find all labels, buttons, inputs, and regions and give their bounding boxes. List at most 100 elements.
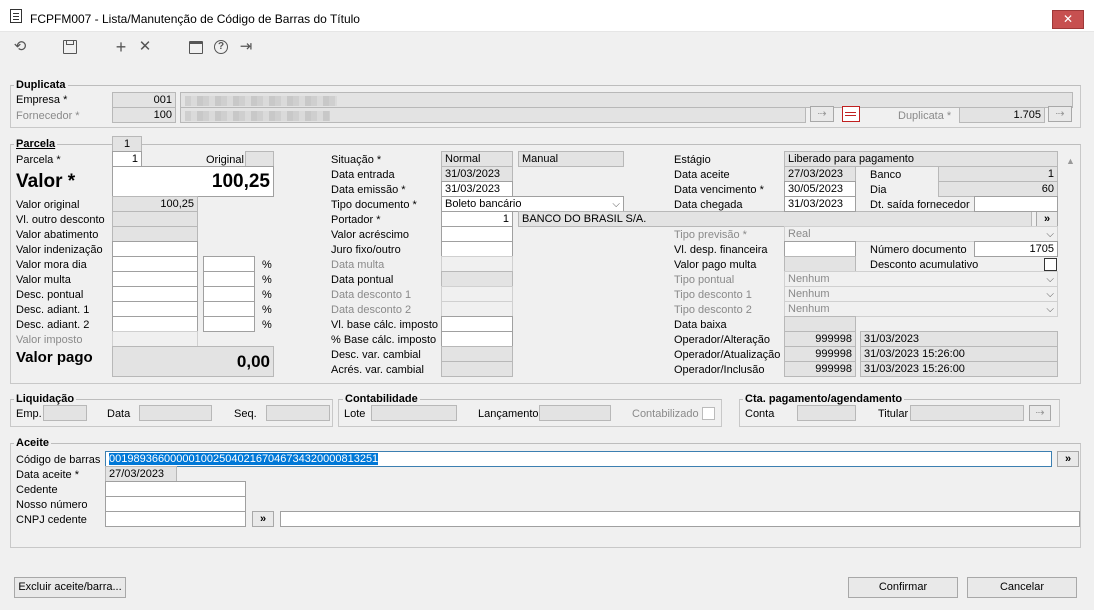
chevron-down-icon: ⌵	[1046, 289, 1054, 300]
estagio-field: Liberado para pagamento	[784, 151, 1058, 167]
portador-more-button[interactable]: »	[1036, 211, 1058, 227]
valor-field[interactable]: 100,25	[112, 166, 274, 197]
tipo-pontual-value: Nenhum	[788, 273, 830, 285]
window-title: FCPFM007 - Lista/Manutenção de Código de…	[30, 12, 360, 26]
tipo-documento-select[interactable]: Boleto bancário ⌵	[441, 196, 624, 212]
codigo-barras-input[interactable]: 0019893660000010025040216704673432000081…	[105, 451, 1052, 467]
desc-adiant1-label: Desc. adiant. 1	[16, 304, 90, 316]
data-entrada-field: 31/03/2023	[441, 166, 513, 182]
abatimento-field	[112, 226, 198, 242]
desc-adiant2-field[interactable]	[112, 316, 198, 332]
cnpj-field[interactable]	[105, 511, 246, 527]
juro-field[interactable]	[441, 241, 513, 257]
fornecedor-field[interactable]: 100	[112, 107, 176, 123]
confirmar-button[interactable]: Confirmar	[848, 577, 958, 598]
banco-label: Banco	[870, 169, 902, 181]
juro-label: Juro fixo/outro	[331, 244, 401, 256]
codigo-barras-value: 0019893660000010025040216704673432000081…	[109, 453, 379, 465]
fornecedor-label: Fornecedor *	[16, 110, 80, 122]
data-aceite-field: 27/03/2023	[784, 166, 856, 182]
data-chegada-label: Data chegada	[674, 199, 743, 211]
op-inclusao-label: Operador/Inclusão	[674, 364, 765, 376]
cedente-field[interactable]	[105, 481, 246, 497]
help-icon[interactable]: ?	[211, 37, 231, 57]
conta-field	[797, 405, 856, 421]
exit-icon[interactable]: ⇥	[236, 37, 256, 57]
delete-icon[interactable]: ✕	[135, 37, 155, 57]
data-desconto2-label: Data desconto 2	[331, 304, 412, 316]
cnpj-more-button[interactable]: »	[252, 511, 274, 527]
multa-label: Valor multa	[16, 274, 71, 286]
tipo-desconto1-select: Nenhum ⌵	[784, 286, 1058, 302]
desconto-acumulativo-checkbox[interactable]	[1044, 258, 1057, 271]
numero-documento-field[interactable]: 1705	[974, 241, 1058, 257]
parcela-title[interactable]: Parcela	[14, 138, 58, 151]
data-multa-field	[441, 256, 513, 272]
desc-pontual-label: Desc. pontual	[16, 289, 84, 301]
dt-saida-label: Dt. saída fornecedor	[870, 199, 970, 211]
fornecedor-search-button[interactable]: ⇢	[810, 106, 834, 122]
desc-adiant2-pct-field[interactable]	[203, 316, 255, 332]
desc-adiant1-pct-field[interactable]	[203, 301, 255, 317]
lancamento-label: Lançamento	[478, 408, 539, 420]
close-button[interactable]: ✕	[1052, 10, 1084, 29]
desc-pontual-pct-field[interactable]	[203, 286, 255, 302]
data-desconto1-field	[441, 286, 513, 302]
mora-dia-field[interactable]	[112, 256, 198, 272]
numero-documento-label: Número documento	[870, 244, 967, 256]
original-field[interactable]	[245, 151, 274, 167]
empresa-field[interactable]: 001	[112, 92, 176, 108]
save-icon[interactable]	[60, 37, 80, 57]
data-chegada-field[interactable]: 31/03/2023	[784, 196, 856, 212]
tipo-documento-label: Tipo documento *	[331, 199, 417, 211]
cancelar-button[interactable]: Cancelar	[967, 577, 1077, 598]
tipo-desconto2-select: Nenhum ⌵	[784, 301, 1058, 317]
duplicata-search-button[interactable]: ⇢	[1048, 106, 1072, 122]
data-pontual-label: Data pontual	[331, 274, 394, 286]
excluir-aceite-button[interactable]: Excluir aceite/barra...	[14, 577, 126, 598]
data-emissao-field[interactable]: 31/03/2023	[441, 181, 513, 197]
parcela-field[interactable]: 1	[112, 151, 142, 167]
op-alteracao-id-field: 999998	[784, 331, 856, 347]
add-icon[interactable]: +	[111, 37, 131, 57]
base-calc-field[interactable]	[441, 316, 513, 332]
calendar-icon[interactable]	[186, 37, 206, 57]
op-alteracao-date-field: 31/03/2023	[860, 331, 1058, 347]
estagio-label: Estágio	[674, 154, 711, 166]
portador-field[interactable]: 1	[441, 211, 513, 227]
indenizacao-field[interactable]	[112, 241, 198, 257]
liq-seq-label: Seq.	[234, 408, 257, 420]
op-inclusao-id-field: 999998	[784, 361, 856, 377]
parcela-tab[interactable]: 1	[112, 136, 142, 152]
mora-dia-pct-field[interactable]	[203, 256, 255, 272]
desp-financeira-field[interactable]	[784, 241, 856, 257]
multa-field[interactable]	[112, 271, 198, 287]
portador-name-field: BANCO DO BRASIL S/A.	[518, 211, 1032, 227]
duplicata-field[interactable]: 1.705	[959, 107, 1045, 123]
data-vencimento-field[interactable]: 30/05/2023	[784, 181, 856, 197]
tipo-pontual-select: Nenhum ⌵	[784, 271, 1058, 287]
lote-label: Lote	[344, 408, 366, 420]
data-vencimento-label: Data vencimento *	[674, 184, 764, 196]
codigo-barras-more-button[interactable]: »	[1057, 451, 1079, 467]
valor-acrescimo-field[interactable]	[441, 226, 513, 242]
multa-pct-field[interactable]	[203, 271, 255, 287]
desc-pontual-field[interactable]	[112, 286, 198, 302]
duplicata-title: Duplicata	[14, 79, 68, 92]
chevron-down-icon: ⌵	[1046, 304, 1054, 315]
cedente-label: Cedente	[16, 484, 58, 496]
op-atualizacao-date-field: 31/03/2023 15:26:00	[860, 346, 1058, 362]
grid-icon[interactable]	[842, 106, 860, 122]
cnpj-name-field[interactable]	[280, 511, 1080, 527]
nosso-numero-field[interactable]	[105, 496, 246, 512]
cta-search-button[interactable]: ⇢	[1029, 405, 1051, 421]
pct-base-field[interactable]	[441, 331, 513, 347]
dt-saida-field[interactable]	[974, 196, 1058, 212]
refresh-icon[interactable]: ⟲	[10, 37, 30, 57]
scroll-up-icon[interactable]: ▲	[1066, 156, 1075, 166]
desc-adiant1-field[interactable]	[112, 301, 198, 317]
liq-seq-field	[266, 405, 330, 421]
op-atualizacao-id-field: 999998	[784, 346, 856, 362]
contabilizado-label: Contabilizado	[632, 408, 699, 420]
aceite-data-field: 27/03/2023	[105, 466, 177, 482]
